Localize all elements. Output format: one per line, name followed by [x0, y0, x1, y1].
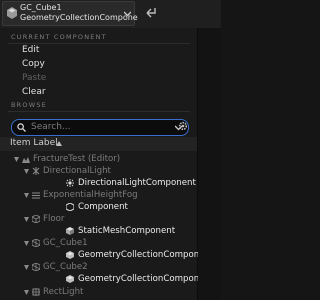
- tree-row-component[interactable]: DirectionalLightComponent: [0, 177, 197, 189]
- tree-item-label: FractureTest (Editor): [33, 154, 121, 164]
- geometry-collection-icon: [7, 7, 17, 19]
- tree-row-component[interactable]: Component: [0, 201, 197, 213]
- tree-row-level-root[interactable]: FractureTest (Editor): [0, 153, 197, 165]
- expand-arrow-icon[interactable]: [24, 217, 29, 222]
- tree-row-component[interactable]: GeometryCollectionComponent: [0, 273, 213, 285]
- tree-item-label: GeometryCollectionComponent: [78, 250, 214, 260]
- tree-item-label: Component: [78, 202, 128, 212]
- tree-item-label: DirectionalLightComponent: [78, 178, 196, 188]
- tree-item-label: GC_Cube2: [43, 262, 88, 272]
- geometry-actor-icon: [32, 263, 40, 271]
- background-panel: [198, 28, 221, 300]
- component-picker-bar: GC_Cube1 GeometryCollectionCompone: [0, 0, 221, 29]
- expand-arrow-icon[interactable]: [24, 290, 29, 295]
- tree-row-component[interactable]: StaticMeshComponent: [0, 225, 197, 237]
- item-label-column-header[interactable]: Item Label: [0, 137, 197, 151]
- tree-row-actor[interactable]: GC_Cube2: [0, 261, 197, 273]
- tree-row-actor[interactable]: RectLight: [0, 286, 197, 298]
- edit-menu-item[interactable]: Edit: [22, 45, 39, 55]
- search-input[interactable]: Search...: [11, 119, 189, 136]
- expand-arrow-icon[interactable]: [24, 169, 29, 174]
- tree-row-actor[interactable]: GC_Cube1: [0, 237, 197, 249]
- world-icon: [22, 157, 30, 163]
- tree-item-label: StaticMeshComponent: [78, 226, 176, 236]
- component-selector-combo[interactable]: GC_Cube1 GeometryCollectionCompone: [2, 1, 138, 26]
- tree-item-label: RectLight: [43, 287, 84, 297]
- fog-icon: [32, 192, 40, 199]
- tree-item-label: GeometryCollectionComponent: [78, 274, 214, 284]
- expand-arrow-icon[interactable]: [24, 193, 29, 198]
- clear-menu-item[interactable]: Clear: [22, 87, 46, 97]
- tree-row-actor[interactable]: ExponentialHeightFog: [0, 189, 197, 201]
- sun-icon: [66, 179, 74, 187]
- chevron-down-icon: [124, 11, 131, 17]
- selected-component-label: GeometryCollectionCompone: [20, 13, 138, 22]
- tree-row-actor[interactable]: Floor: [0, 213, 197, 225]
- expand-arrow-icon[interactable]: [24, 241, 29, 246]
- expand-arrow-icon[interactable]: [24, 265, 29, 270]
- rect-light-icon: [32, 288, 40, 296]
- browse-header: BROWSE: [11, 101, 47, 109]
- tree-item-label: DirectionalLight: [43, 166, 111, 176]
- tree-item-label: Floor: [43, 214, 65, 224]
- divider: [8, 111, 190, 112]
- search-placeholder: Search...: [31, 122, 71, 132]
- selected-actor-label: GC_Cube1: [20, 3, 62, 12]
- geometry-actor-icon: [32, 239, 40, 247]
- geometry-collection-icon: [66, 251, 74, 259]
- gear-icon[interactable]: [178, 121, 188, 131]
- cube-icon: [66, 227, 74, 235]
- search-icon: [17, 123, 26, 132]
- geometry-collection-icon: [66, 275, 74, 283]
- sort-ascending-icon: [56, 141, 62, 146]
- tree-row-component[interactable]: GeometryCollectionComponent: [0, 249, 213, 261]
- use-selected-arrow-icon[interactable]: [144, 5, 158, 19]
- component-icon: [66, 203, 74, 211]
- current-component-header: CURRENT COMPONENT: [11, 33, 107, 41]
- tree-item-label: ExponentialHeightFog: [43, 190, 138, 200]
- paste-menu-item[interactable]: Paste: [22, 73, 46, 83]
- column-label: Item Label: [10, 138, 58, 148]
- copy-menu-item[interactable]: Copy: [22, 59, 45, 69]
- tree-item-label: GC_Cube1: [43, 238, 88, 248]
- light-icon: [32, 167, 40, 175]
- divider: [8, 43, 190, 44]
- tree-row-actor[interactable]: DirectionalLight: [0, 165, 197, 177]
- expand-arrow-icon[interactable]: [14, 157, 19, 162]
- mesh-actor-icon: [32, 215, 40, 223]
